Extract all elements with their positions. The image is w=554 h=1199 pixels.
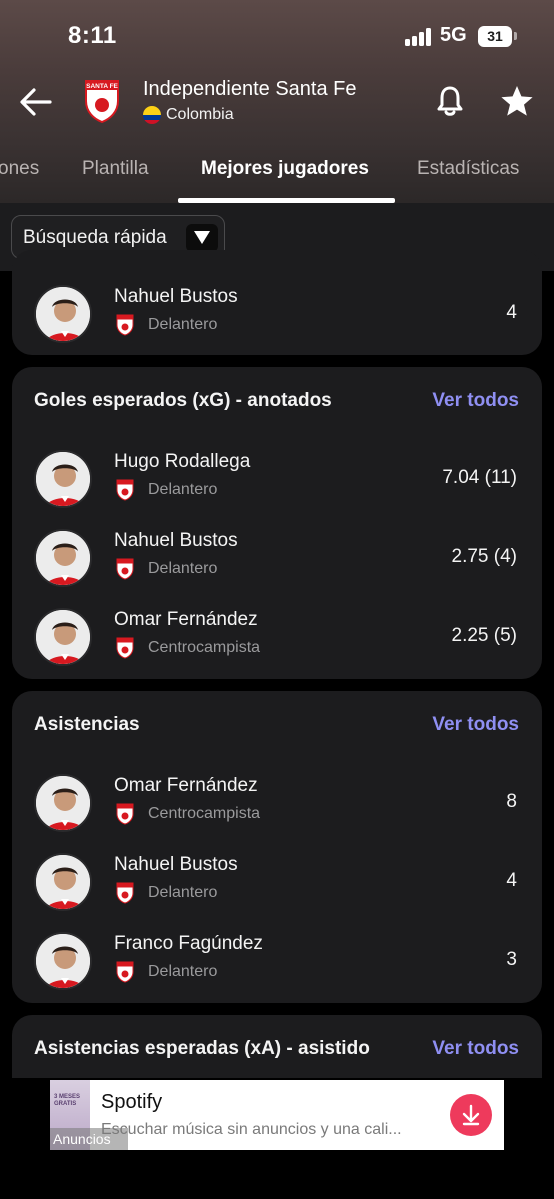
club-badge-svg bbox=[116, 314, 134, 336]
club-badge-svg bbox=[116, 637, 134, 659]
triangle-down-icon bbox=[194, 231, 210, 244]
player-row[interactable]: Omar Fernández Centrocampista 8 bbox=[12, 769, 542, 839]
player-avatar bbox=[34, 529, 92, 587]
star-icon bbox=[501, 86, 533, 116]
stat-card-top: Nahuel Bustos Delantero 4 bbox=[12, 250, 542, 355]
back-button[interactable] bbox=[18, 84, 54, 120]
team-header: 8:11 5G 31 SANTA FE Independiente Santa … bbox=[0, 0, 554, 203]
player-position: Delantero bbox=[148, 481, 218, 498]
player-position: Delantero bbox=[148, 884, 218, 901]
team-name: Independiente Santa Fe bbox=[143, 78, 357, 100]
club-badge-svg bbox=[116, 882, 134, 904]
tab-mejores-jugadores[interactable]: Mejores jugadores bbox=[201, 158, 369, 180]
person-silhouette-icon bbox=[36, 855, 90, 909]
club-badge-icon bbox=[116, 803, 134, 825]
see-all-link[interactable]: Ver todos bbox=[432, 1038, 519, 1060]
battery-icon: 31 bbox=[478, 26, 512, 47]
club-badge-svg bbox=[116, 479, 134, 501]
club-badge-icon bbox=[116, 637, 134, 659]
player-avatar bbox=[34, 932, 92, 990]
ad-subtitle: Escuchar música sin anuncios y una cali.… bbox=[101, 1121, 402, 1138]
person-silhouette-icon bbox=[36, 610, 90, 664]
ad-thumbnail-text: 3 MESES GRATIS bbox=[54, 1094, 81, 1107]
player-stat: 4 bbox=[506, 870, 517, 891]
person-silhouette-icon bbox=[36, 287, 90, 341]
player-avatar bbox=[34, 853, 92, 911]
player-name: Nahuel Bustos bbox=[114, 854, 238, 875]
notifications-button[interactable] bbox=[434, 84, 466, 118]
person-silhouette-icon bbox=[36, 452, 90, 506]
player-stat: 4 bbox=[506, 302, 517, 323]
player-position: Delantero bbox=[148, 560, 218, 577]
country-label: Colombia bbox=[166, 106, 234, 123]
network-type: 5G bbox=[440, 24, 467, 46]
player-row[interactable]: Omar Fernández Centrocampista 2.25 (5) bbox=[12, 603, 542, 673]
player-row[interactable]: Hugo Rodallega Delantero 7.04 (11) bbox=[12, 445, 542, 515]
quick-search-label: Búsqueda rápida bbox=[23, 227, 167, 248]
player-name: Nahuel Bustos bbox=[114, 530, 238, 551]
tab-estadisticas[interactable]: Estadísticas bbox=[417, 158, 519, 180]
player-stat: 2.25 (5) bbox=[451, 625, 517, 646]
ad-download-button[interactable] bbox=[450, 1094, 492, 1136]
player-stat: 7.04 (11) bbox=[442, 467, 517, 488]
player-name: Omar Fernández bbox=[114, 775, 258, 796]
player-row[interactable]: Nahuel Bustos Delantero 2.75 (4) bbox=[12, 524, 542, 594]
signal-icon bbox=[405, 28, 433, 46]
player-position: Delantero bbox=[148, 316, 218, 333]
player-stat: 3 bbox=[506, 949, 517, 970]
tab-plantilla[interactable]: Plantilla bbox=[82, 158, 149, 180]
dropdown-toggle[interactable] bbox=[186, 224, 218, 252]
tab-bar: ones Plantilla Mejores jugadores Estadís… bbox=[0, 148, 554, 203]
club-badge-icon bbox=[116, 479, 134, 501]
club-badge-icon bbox=[116, 314, 134, 336]
player-name: Nahuel Bustos bbox=[114, 286, 238, 307]
player-row[interactable]: Franco Fagúndez Delantero 3 bbox=[12, 927, 542, 997]
club-logo-text: SANTA FE bbox=[86, 83, 118, 90]
colombia-flag-icon bbox=[143, 106, 161, 124]
download-icon bbox=[462, 1104, 480, 1126]
see-all-link[interactable]: Ver todos bbox=[432, 390, 519, 412]
see-all-link[interactable]: Ver todos bbox=[432, 714, 519, 736]
club-badge-icon bbox=[116, 961, 134, 983]
club-badge-icon bbox=[116, 882, 134, 904]
player-avatar bbox=[34, 450, 92, 508]
person-silhouette-icon bbox=[36, 776, 90, 830]
person-silhouette-icon bbox=[36, 934, 90, 988]
stat-card-assists: Asistencias Ver todos Omar Fernández Cen… bbox=[12, 691, 542, 1003]
arrow-left-icon bbox=[20, 88, 52, 116]
player-position: Delantero bbox=[148, 963, 218, 980]
card-title: Goles esperados (xG) - anotados bbox=[34, 390, 332, 411]
player-row[interactable]: Nahuel Bustos Delantero 4 bbox=[12, 280, 542, 350]
tab-partial[interactable]: ones bbox=[0, 158, 39, 180]
player-stat: 8 bbox=[506, 791, 517, 812]
club-badge-icon bbox=[116, 558, 134, 580]
player-avatar bbox=[34, 285, 92, 343]
favorite-button[interactable] bbox=[499, 84, 535, 118]
player-position: Centrocampista bbox=[148, 805, 261, 822]
player-avatar bbox=[34, 608, 92, 666]
player-avatar bbox=[34, 774, 92, 832]
player-name: Hugo Rodallega bbox=[114, 451, 251, 472]
club-badge-svg bbox=[116, 961, 134, 983]
player-stat: 2.75 (4) bbox=[451, 546, 517, 567]
card-title: Asistencias bbox=[34, 714, 140, 735]
club-badge-svg bbox=[116, 803, 134, 825]
battery-tip bbox=[514, 32, 517, 40]
bell-icon bbox=[437, 86, 463, 116]
player-position: Centrocampista bbox=[148, 639, 261, 656]
player-name: Omar Fernández bbox=[114, 609, 258, 630]
player-row[interactable]: Nahuel Bustos Delantero 4 bbox=[12, 848, 542, 918]
country-row: Colombia bbox=[143, 105, 234, 125]
ad-banner[interactable]: 3 MESES GRATIS Anuncios Spotify Escuchar… bbox=[50, 1080, 504, 1150]
status-bar: 8:11 5G 31 bbox=[0, 0, 554, 72]
card-title: Asistencias esperadas (xA) - asistido bbox=[34, 1038, 370, 1059]
ad-title: Spotify bbox=[101, 1091, 163, 1113]
club-badge-svg bbox=[116, 558, 134, 580]
club-logo: SANTA FE bbox=[84, 79, 120, 124]
player-name: Franco Fagúndez bbox=[114, 933, 263, 954]
status-time: 8:11 bbox=[68, 22, 117, 49]
stat-card-xg: Goles esperados (xG) - anotados Ver todo… bbox=[12, 367, 542, 679]
person-silhouette-icon bbox=[36, 531, 90, 585]
